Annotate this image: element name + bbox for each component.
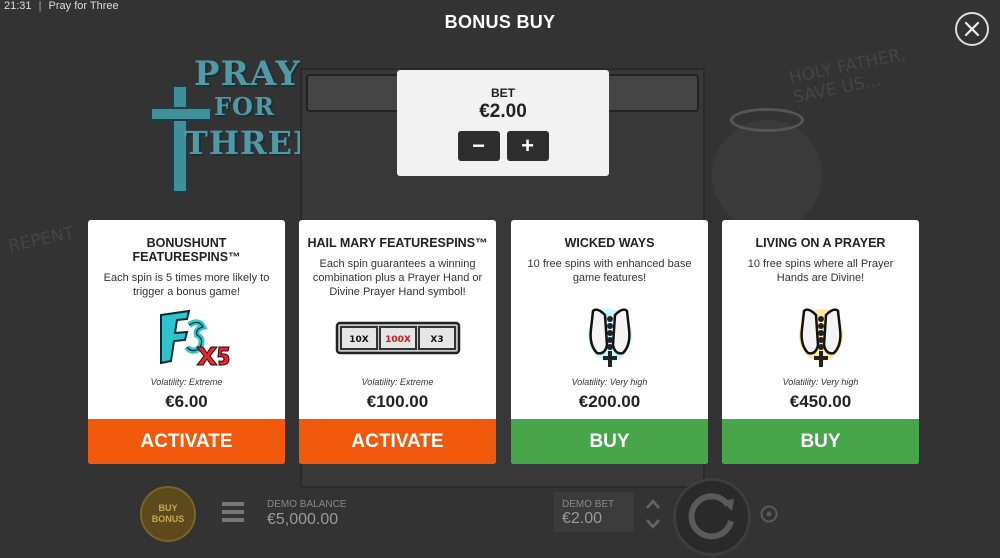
angel-character [712, 108, 822, 230]
card-volatility: Volatility: Extreme [361, 377, 434, 387]
close-icon [964, 21, 980, 37]
bet-decrease-button[interactable]: − [457, 131, 500, 161]
card-price: €100.00 [366, 392, 429, 411]
fs-x5-icon [159, 309, 230, 366]
demo-balance: DEMO BALANCE €5,000.00 [267, 499, 346, 529]
card-price: €200.00 [578, 392, 641, 411]
card-price: €450.00 [789, 392, 852, 411]
bonus-options: BONUSHUNT FEATURESPINS™ Each spin is 5 t… [88, 220, 919, 464]
spin-icon [688, 493, 734, 540]
autoplay-icon[interactable] [758, 503, 780, 525]
reel-label: 100X [385, 335, 411, 345]
prayer-hands-cyan-icon [587, 308, 632, 367]
card-title: LIVING ON A PRAYER [755, 236, 886, 250]
card-title: HAIL MARY FEATURESPINS™ [307, 236, 488, 250]
card-description: 10 free spins with enhanced base game fe… [527, 258, 692, 284]
status-bar: 21:31 | Pray for Three [4, 0, 119, 12]
multiplier-reel-icon: 10X 100X X3 [335, 321, 460, 355]
demo-bet: DEMO BET €2.00 [554, 492, 634, 532]
card-description: 10 free spins where all Prayer Hands are… [747, 258, 894, 284]
demo-bet-value: €2.00 [562, 510, 603, 527]
bet-arrows-icon[interactable] [644, 496, 662, 532]
prayer-hands-gold-icon [798, 308, 843, 367]
buy-bonus-button[interactable]: BUY BONUS [140, 486, 196, 542]
menu-icon[interactable] [222, 502, 244, 522]
demo-bet-label: DEMO BET [562, 499, 615, 510]
card-title: BONUSHUNT FEATURESPINS™ [132, 236, 241, 264]
card-volatility: Volatility: Very high [782, 377, 859, 387]
bet-increase-button[interactable]: + [506, 131, 549, 161]
activate-button[interactable]: ACTIVATE [88, 419, 285, 464]
buy-button[interactable]: BUY [722, 419, 919, 464]
bonus-card-living-on-a-prayer: LIVING ON A PRAYER 10 free spins where a… [722, 220, 919, 464]
game-logo: PRAY FOR THREE [150, 55, 317, 195]
reel-label: X3 [430, 335, 443, 345]
bonus-card-bonushunt: BONUSHUNT FEATURESPINS™ Each spin is 5 t… [88, 220, 285, 464]
card-volatility: Volatility: Extreme [150, 377, 223, 387]
background-scribble-left: REPENT [6, 223, 77, 257]
bonus-card-hail-mary: HAIL MARY FEATURESPINS™ Each spin guaran… [299, 220, 496, 464]
close-button[interactable] [955, 12, 989, 46]
card-description: Each spin is 5 times more likely to trig… [103, 272, 270, 298]
buy-button[interactable]: BUY [511, 419, 708, 464]
card-description: Each spin guarantees a winning combinati… [312, 258, 483, 298]
card-title: WICKED WAYS [564, 236, 655, 250]
dialog-title: BONUS BUY [444, 12, 556, 32]
activate-button[interactable]: ACTIVATE [299, 419, 496, 464]
card-volatility: Volatility: Very high [571, 377, 648, 387]
bet-panel: BET €2.00 − + [397, 70, 609, 176]
card-price: €6.00 [165, 392, 208, 411]
balance-value: €5,000.00 [267, 511, 339, 528]
bet-value: €2.00 [479, 101, 527, 122]
reel-label: 10X [349, 335, 369, 345]
spin-button[interactable] [673, 478, 751, 556]
balance-label: DEMO BALANCE [267, 499, 347, 510]
bet-label: BET [491, 86, 515, 100]
background-scribble: HOLY FATHER, SAVE US... [787, 44, 908, 109]
bonus-card-wicked-ways: WICKED WAYS 10 free spins with enhanced … [511, 220, 708, 464]
